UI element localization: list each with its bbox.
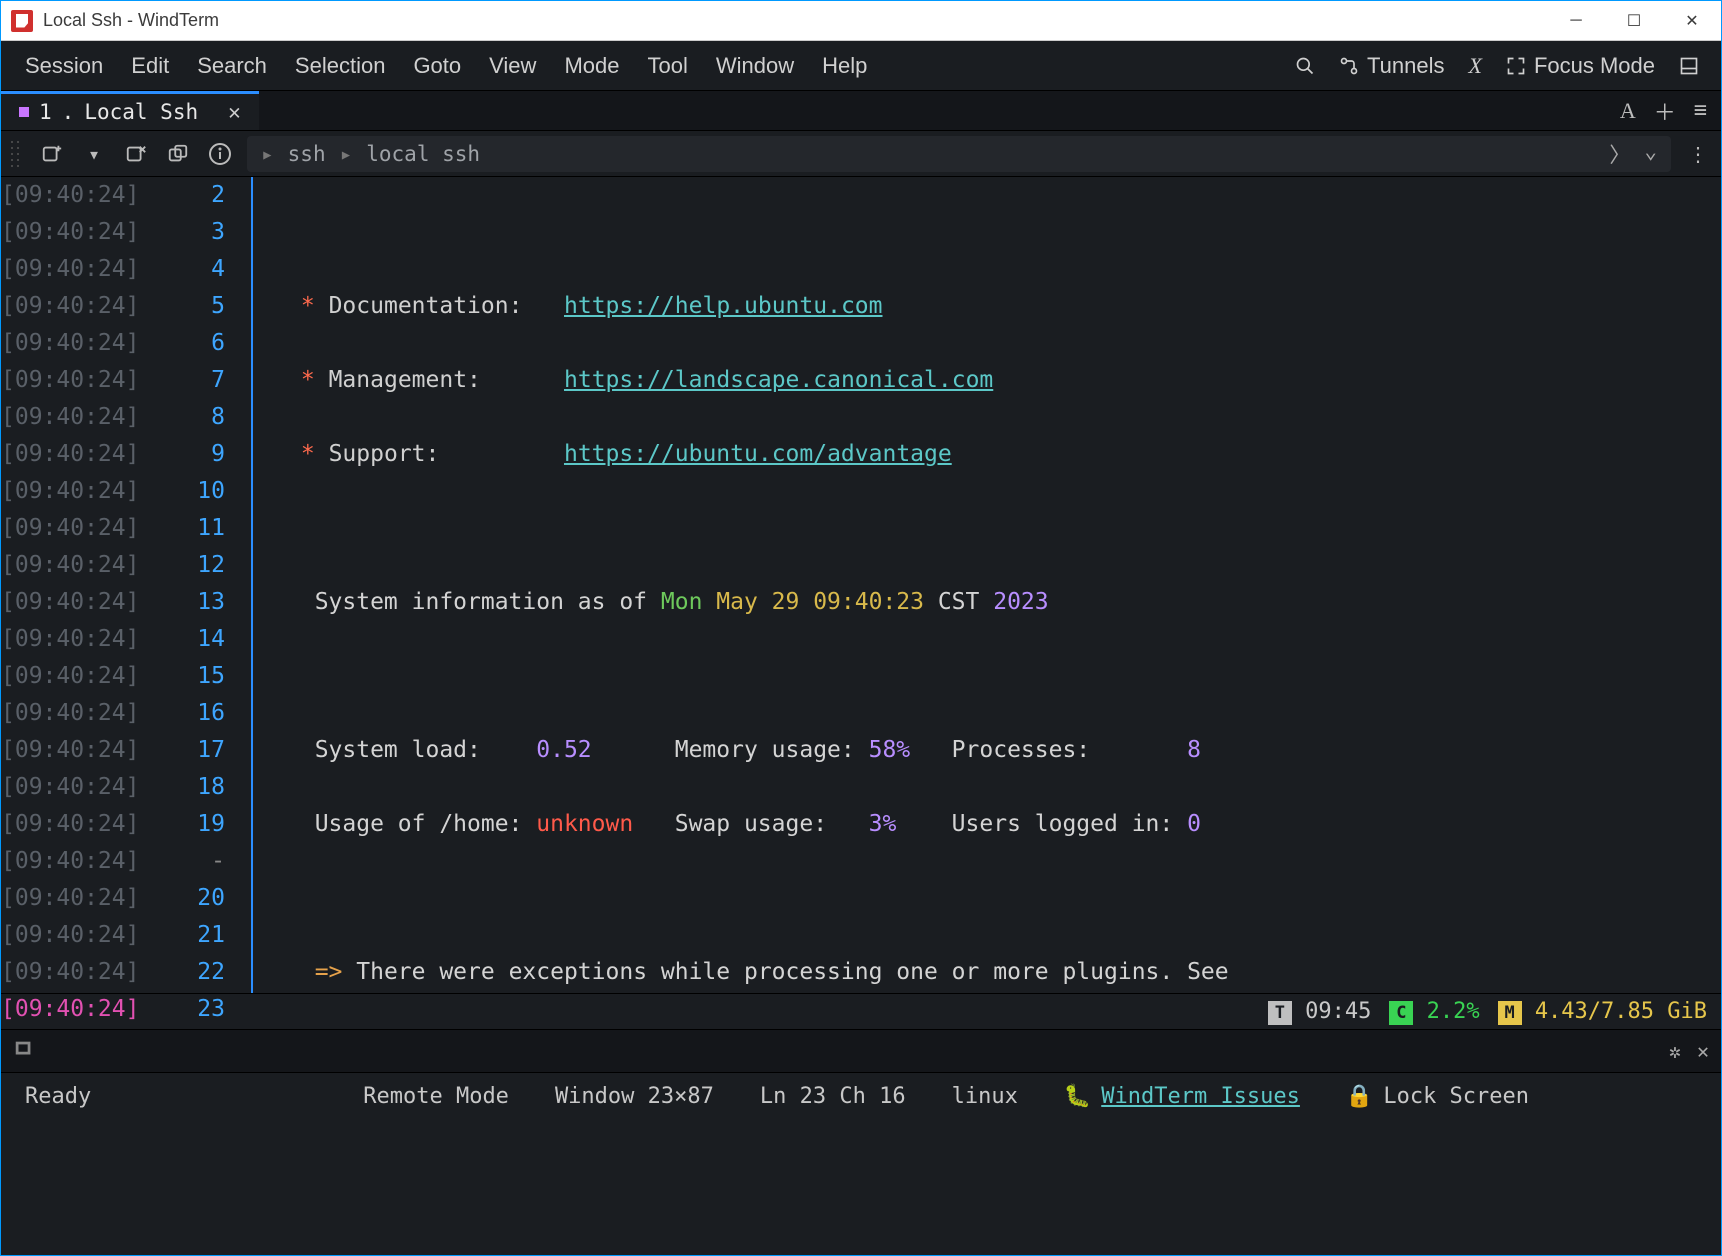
clock-icon: T <box>1268 1001 1292 1025</box>
menu-view[interactable]: View <box>475 53 550 79</box>
status-bar: Ready Remote Mode Window 23×87 Ln 23 Ch … <box>1 1073 1721 1119</box>
panel-close-icon[interactable]: ✕ <box>1697 1039 1709 1063</box>
status-os: linux <box>952 1084 1018 1109</box>
menubar: Session Edit Search Selection Goto View … <box>1 41 1721 91</box>
toggle-panel-icon[interactable] <box>1667 56 1711 76</box>
breadcrumb-next-icon[interactable]: 〉 <box>1609 139 1630 169</box>
gutter-row: [09:40:24]2 <box>1 177 251 214</box>
tab-local-ssh[interactable]: 1.Local Ssh ✕ <box>1 91 259 130</box>
focus-mode-button[interactable]: Focus Mode <box>1494 53 1667 79</box>
gutter-row: [09:40:24]10 <box>1 473 251 510</box>
panel-settings-icon[interactable]: ✲ <box>1669 1039 1681 1063</box>
menu-session[interactable]: Session <box>11 53 117 79</box>
gutter-row: [09:40:24]22 <box>1 954 251 991</box>
tunnels-label: Tunnels <box>1367 53 1444 79</box>
gutter-row: [09:40:24]7 <box>1 362 251 399</box>
clock-value: 09:45 <box>1305 999 1371 1024</box>
terminal-content[interactable]: * Documentation: https://help.ubuntu.com… <box>251 177 1721 993</box>
menu-goto[interactable]: Goto <box>399 53 475 79</box>
gutter-row: [09:40:24]3 <box>1 214 251 251</box>
focus-mode-label: Focus Mode <box>1534 53 1655 79</box>
quick-search-icon[interactable] <box>1283 56 1327 76</box>
breadcrumb-expand-icon[interactable]: ⌄ <box>1644 139 1657 169</box>
menu-help[interactable]: Help <box>808 53 881 79</box>
chevron-right-icon: ▸ <box>340 142 353 166</box>
lock-icon: 🔒 <box>1346 1084 1373 1109</box>
gutter-row: [09:40:24]15 <box>1 658 251 695</box>
menu-mode[interactable]: Mode <box>550 53 633 79</box>
gutter-row: [09:40:24]19 <box>1 806 251 843</box>
tab-index: 1 <box>39 100 52 124</box>
gutter-row: [09:40:24]18 <box>1 769 251 806</box>
tunnels-button[interactable]: Tunnels <box>1327 53 1456 79</box>
panel-logo-icon[interactable] <box>13 1038 35 1065</box>
status-ready: Ready <box>25 1084 91 1109</box>
window-minimize-button[interactable]: ─ <box>1547 1 1605 41</box>
menu-edit[interactable]: Edit <box>117 53 183 79</box>
bug-icon: 🐛 <box>1064 1084 1091 1109</box>
status-issues-link[interactable]: 🐛 WindTerm Issues <box>1064 1084 1300 1109</box>
gutter-row: [09:40:24]9 <box>1 436 251 473</box>
menu-selection[interactable]: Selection <box>281 53 400 79</box>
gutter-row: [09:40:24]8 <box>1 399 251 436</box>
cpu-value: 2.2% <box>1427 999 1480 1024</box>
menu-search[interactable]: Search <box>183 53 281 79</box>
toolbar-grip-icon[interactable] <box>9 139 21 169</box>
gutter-row: [09:40:24]13 <box>1 584 251 621</box>
tab-modified-icon <box>19 107 29 117</box>
gutter-row: [09:40:24]14 <box>1 621 251 658</box>
app-logo-icon <box>11 10 33 32</box>
breadcrumb-play-icon: ▸ <box>261 142 274 166</box>
tabbar: 1.Local Ssh ✕ A ＋ ≡ <box>1 91 1721 131</box>
tab-label: Local Ssh <box>84 100 198 124</box>
session-info-icon[interactable] <box>205 139 235 169</box>
window-titlebar: Local Ssh - WindTerm ─ ☐ ✕ <box>1 1 1721 41</box>
gutter-row: [09:40:24]5 <box>1 288 251 325</box>
breadcrumb[interactable]: ▸ ssh ▸ local ssh 〉 ⌄ <box>247 136 1671 172</box>
window-title: Local Ssh - WindTerm <box>43 10 219 31</box>
panel-bar: ✲ ✕ <box>1 1029 1721 1073</box>
resource-status: T 09:45 C 2.2% M 4.43/7.85 GiB <box>1 993 1721 1029</box>
gutter-row: [09:40:24]- <box>1 843 251 880</box>
breadcrumb-item-1[interactable]: local ssh <box>366 142 480 166</box>
new-tab-icon[interactable]: ＋ <box>1654 95 1676 127</box>
menu-window[interactable]: Window <box>702 53 808 79</box>
gutter-row: [09:40:24]12 <box>1 547 251 584</box>
gutter-row: [09:40:24]6 <box>1 325 251 362</box>
duplicate-session-icon[interactable] <box>163 139 193 169</box>
gutter-row: [09:40:24]4 <box>1 251 251 288</box>
font-size-icon[interactable]: A <box>1620 98 1636 124</box>
breadcrumb-more-icon[interactable]: ⋮ <box>1683 139 1713 169</box>
status-lock-screen[interactable]: 🔒 Lock Screen <box>1346 1084 1529 1109</box>
status-cursor-pos: Ln 23 Ch 16 <box>760 1084 906 1109</box>
mem-icon: M <box>1498 1001 1522 1025</box>
menu-tool[interactable]: Tool <box>633 53 701 79</box>
session-dropdown-icon[interactable]: ▾ <box>79 139 109 169</box>
close-session-icon[interactable] <box>121 139 151 169</box>
gutter: [09:40:24]2[09:40:24]3[09:40:24]4[09:40:… <box>1 177 251 993</box>
terminal[interactable]: [09:40:24]2[09:40:24]3[09:40:24]4[09:40:… <box>1 177 1721 993</box>
breadcrumb-item-0[interactable]: ssh <box>288 142 326 166</box>
window-maximize-button[interactable]: ☐ <box>1605 1 1663 41</box>
gutter-row: [09:40:24]17 <box>1 732 251 769</box>
gutter-row: [09:40:24]21 <box>1 917 251 954</box>
tab-menu-icon[interactable]: ≡ <box>1694 98 1707 123</box>
gutter-row: [09:40:24]20 <box>1 880 251 917</box>
new-session-icon[interactable] <box>37 139 67 169</box>
tab-close-icon[interactable]: ✕ <box>228 100 241 124</box>
mem-value: 4.43/7.85 GiB <box>1535 999 1707 1024</box>
status-window-dims: Window 23×87 <box>555 1084 714 1109</box>
x-mode-button[interactable]: X <box>1456 53 1493 79</box>
cpu-icon: C <box>1389 1001 1413 1025</box>
window-close-button[interactable]: ✕ <box>1663 1 1721 41</box>
gutter-row: [09:40:24]11 <box>1 510 251 547</box>
gutter-row: [09:40:24]16 <box>1 695 251 732</box>
gutter-row: [09:40:24]23 <box>1 991 251 1028</box>
session-toolbar: ▾ ▸ ssh ▸ local ssh 〉 ⌄ ⋮ <box>1 131 1721 177</box>
status-remote-mode[interactable]: Remote Mode <box>363 1084 509 1109</box>
